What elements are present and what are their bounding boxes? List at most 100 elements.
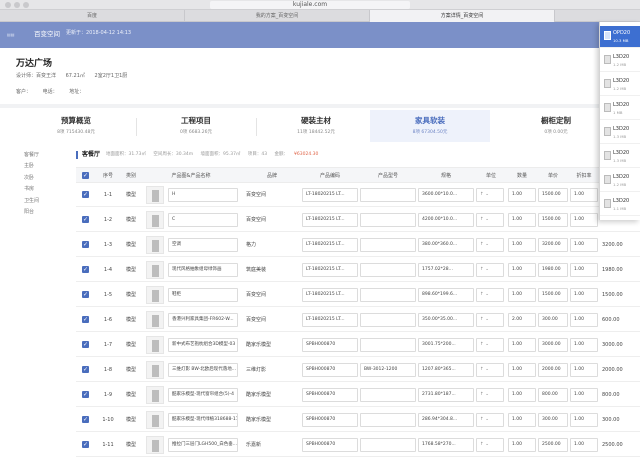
price-field[interactable]: 300.00 <box>538 313 568 327</box>
row-checkbox[interactable]: ✓ <box>82 316 89 323</box>
spec-field[interactable]: 350.00*35.00... <box>418 313 474 327</box>
spec-field[interactable]: 286.94*304.8... <box>418 413 474 427</box>
row-checkbox[interactable]: ✓ <box>82 416 89 423</box>
tab-cabinet-custom[interactable]: 橱柜定制 0项 0.00元 <box>496 110 616 142</box>
unit-select[interactable]: ↑ ⌄ <box>476 263 504 277</box>
product-code-field[interactable]: SPBH000870 <box>302 363 358 377</box>
price-field[interactable]: 2500.00 <box>538 438 568 452</box>
qty-field[interactable]: 1.00 <box>508 288 536 302</box>
tab-engineering[interactable]: 工程项目 0项 6683.26元 <box>136 110 256 142</box>
row-checkbox[interactable]: ✓ <box>82 441 89 448</box>
tab-budget-overview[interactable]: 预算概览 8项 715430.48元 <box>16 110 136 142</box>
unit-select[interactable]: ↑ ⌄ <box>476 413 504 427</box>
discount-field[interactable]: 1.00 <box>570 388 598 402</box>
qty-field[interactable]: 1.00 <box>508 363 536 377</box>
unit-select[interactable]: ↑ ⌄ <box>476 288 504 302</box>
product-code-field[interactable]: SPBH000870 <box>302 438 358 452</box>
discount-field[interactable]: 1.00 <box>570 363 598 377</box>
product-thumbnail[interactable] <box>146 236 164 254</box>
price-field[interactable]: 3200.00 <box>538 238 568 252</box>
download-item[interactable]: L3D20 1.2 MB <box>600 50 640 72</box>
product-code-field[interactable]: LT-18020215 LT... <box>302 288 358 302</box>
spec-field[interactable]: 380.00*360.0... <box>418 238 474 252</box>
product-thumbnail[interactable] <box>146 336 164 354</box>
discount-field[interactable]: 1.00 <box>570 338 598 352</box>
product-model-field[interactable] <box>360 188 416 202</box>
qty-field[interactable]: 1.00 <box>508 388 536 402</box>
row-checkbox[interactable]: ✓ <box>82 216 89 223</box>
product-name-field[interactable]: 酷家乐模型-现代绿植318688-11 <box>168 413 238 427</box>
spec-field[interactable]: 1768.58*270... <box>418 438 474 452</box>
download-item[interactable]: OPD20 10.3 MB <box>600 26 640 48</box>
qty-field[interactable]: 1.00 <box>508 213 536 227</box>
room-nav-balcony[interactable]: 阳台 <box>24 207 68 218</box>
product-name-field[interactable]: 酷家乐模型-现代窗帘组合(5)-4 <box>168 388 238 402</box>
product-model-field[interactable] <box>360 388 416 402</box>
discount-field[interactable]: 1.00 <box>570 288 598 302</box>
product-model-field[interactable] <box>360 438 416 452</box>
product-model-field[interactable] <box>360 338 416 352</box>
price-field[interactable]: 1500.00 <box>538 288 568 302</box>
product-code-field[interactable]: LT-18020215 LT... <box>302 213 358 227</box>
room-nav-study[interactable]: 书房 <box>24 184 68 195</box>
product-thumbnail[interactable] <box>146 361 164 379</box>
unit-select[interactable]: ↑ ⌄ <box>476 313 504 327</box>
discount-field[interactable]: 1.00 <box>570 188 598 202</box>
minimize-window-icon[interactable] <box>14 2 20 8</box>
discount-field[interactable]: 1.00 <box>570 438 598 452</box>
product-code-field[interactable]: LT-18020215 LT... <box>302 263 358 277</box>
discount-field[interactable]: 1.00 <box>570 313 598 327</box>
close-window-icon[interactable] <box>5 2 11 8</box>
product-name-field[interactable]: 鞋柜 <box>168 288 238 302</box>
row-checkbox[interactable]: ✓ <box>82 191 89 198</box>
product-thumbnail[interactable] <box>146 286 164 304</box>
app-title[interactable]: 百变空间 <box>34 28 60 38</box>
qty-field[interactable]: 1.00 <box>508 438 536 452</box>
price-field[interactable]: 1500.00 <box>538 188 568 202</box>
discount-field[interactable]: 1.00 <box>570 238 598 252</box>
product-name-field[interactable]: 推拉门三层门LGH500_白色垂... <box>168 438 238 452</box>
download-item[interactable]: L3D20 1.2 MB <box>600 170 640 192</box>
product-code-field[interactable]: LT-18020215 LT... <box>302 313 358 327</box>
room-nav-living[interactable]: 客餐厅 <box>24 150 68 161</box>
unit-select[interactable]: ↑ ⌄ <box>476 438 504 452</box>
row-checkbox[interactable]: ✓ <box>82 291 89 298</box>
unit-select[interactable]: ↑ ⌄ <box>476 188 504 202</box>
browser-tab-plan-detail[interactable]: 方案详情_百变空间 <box>370 10 555 22</box>
spec-field[interactable]: 2731.80*187... <box>418 388 474 402</box>
product-thumbnail[interactable] <box>146 411 164 429</box>
spec-field[interactable]: 1207.80*365... <box>418 363 474 377</box>
product-model-field[interactable] <box>360 213 416 227</box>
room-nav-second[interactable]: 次卧 <box>24 173 68 184</box>
spec-field[interactable]: 4200.00*10.0... <box>418 213 474 227</box>
product-code-field[interactable]: SPBH000870 <box>302 338 358 352</box>
unit-select[interactable]: ↑ ⌄ <box>476 338 504 352</box>
product-code-field[interactable]: LT-18020215 LT... <box>302 238 358 252</box>
tab-furniture[interactable]: 家具软装 8项 67304.50元 <box>370 110 490 142</box>
unit-select[interactable]: ↑ ⌄ <box>476 363 504 377</box>
spec-field[interactable]: 1757.02*28... <box>418 263 474 277</box>
product-code-field[interactable]: SPBH000870 <box>302 413 358 427</box>
price-field[interactable]: 300.00 <box>538 413 568 427</box>
row-checkbox[interactable]: ✓ <box>82 366 89 373</box>
product-code-field[interactable]: SPBH000870 <box>302 388 358 402</box>
spec-field[interactable]: 3600.00*10.0... <box>418 188 474 202</box>
price-field[interactable]: 2000.00 <box>538 363 568 377</box>
product-thumbnail[interactable] <box>146 311 164 329</box>
product-name-field[interactable]: 香港兴利家具集团-FR602-W... <box>168 313 238 327</box>
product-name-field[interactable]: C <box>168 213 238 227</box>
product-code-field[interactable]: LT-18020215 LT... <box>302 188 358 202</box>
address-bar[interactable]: kujiale.com <box>210 1 410 9</box>
price-field[interactable]: 3000.00 <box>538 338 568 352</box>
qty-field[interactable]: 2.00 <box>508 313 536 327</box>
download-item[interactable]: L3D20 1.3 MB <box>600 146 640 168</box>
product-name-field[interactable]: 空调 <box>168 238 238 252</box>
row-checkbox[interactable]: ✓ <box>82 266 89 273</box>
select-all-checkbox[interactable]: ✓ <box>82 172 89 179</box>
row-checkbox[interactable]: ✓ <box>82 391 89 398</box>
qty-field[interactable]: 1.00 <box>508 188 536 202</box>
qty-field[interactable]: 1.00 <box>508 338 536 352</box>
product-thumbnail[interactable] <box>146 436 164 454</box>
product-name-field[interactable]: H <box>168 188 238 202</box>
discount-field[interactable]: 1.00 <box>570 413 598 427</box>
